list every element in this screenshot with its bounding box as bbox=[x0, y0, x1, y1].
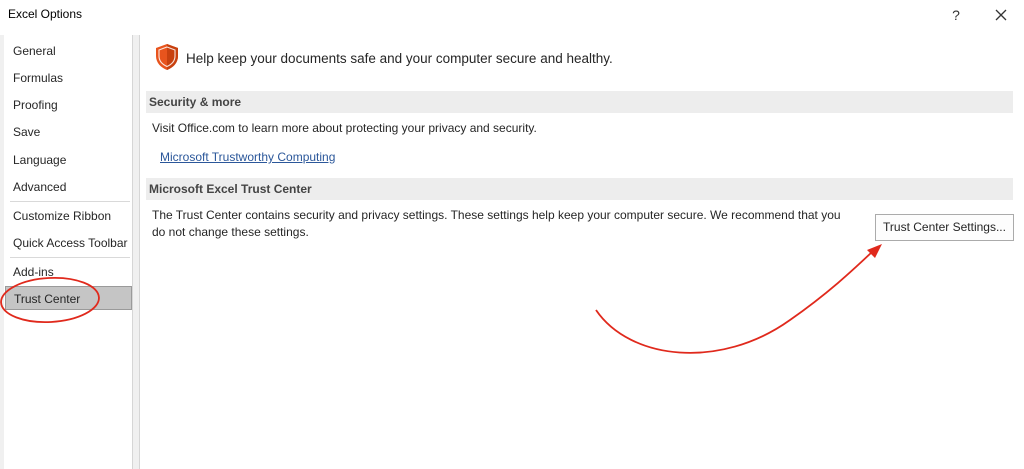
sidebar-item-formulas[interactable]: Formulas bbox=[5, 66, 132, 90]
trust-center-description-line1: The Trust Center contains security and p… bbox=[152, 208, 841, 222]
sidebar-item-customize-ribbon[interactable]: Customize Ribbon bbox=[5, 204, 132, 228]
security-description: Visit Office.com to learn more about pro… bbox=[152, 121, 537, 135]
page-headline: Help keep your documents safe and your c… bbox=[186, 51, 613, 66]
sidebar-item-advanced[interactable]: Advanced bbox=[5, 175, 132, 199]
trust-center-section-header: Microsoft Excel Trust Center bbox=[146, 178, 1013, 200]
sidebar-item-save[interactable]: Save bbox=[5, 120, 132, 144]
close-button[interactable] bbox=[988, 3, 1014, 27]
close-icon bbox=[995, 9, 1007, 21]
sidebar-item-language[interactable]: Language bbox=[5, 148, 132, 172]
options-sidebar: General Formulas Proofing Save Language … bbox=[4, 35, 133, 469]
sidebar-separator bbox=[10, 257, 130, 258]
trust-center-settings-button[interactable]: Trust Center Settings... bbox=[875, 214, 1014, 241]
sidebar-item-quick-access-toolbar[interactable]: Quick Access Toolbar bbox=[5, 231, 132, 255]
help-button[interactable]: ? bbox=[944, 3, 968, 27]
trust-center-pane: Help keep your documents safe and your c… bbox=[139, 35, 1024, 469]
sidebar-item-general[interactable]: General bbox=[5, 39, 132, 63]
trust-center-description-line2: do not change these settings. bbox=[152, 225, 309, 239]
title-bar: Excel Options ? bbox=[0, 0, 1024, 30]
sidebar-item-add-ins[interactable]: Add-ins bbox=[5, 260, 132, 284]
window-title: Excel Options bbox=[8, 7, 83, 21]
shield-icon bbox=[156, 44, 178, 70]
sidebar-separator bbox=[10, 201, 130, 202]
security-section-header: Security & more bbox=[146, 91, 1013, 113]
sidebar-item-trust-center[interactable]: Trust Center bbox=[5, 286, 132, 310]
sidebar-item-proofing[interactable]: Proofing bbox=[5, 93, 132, 117]
trustworthy-computing-link[interactable]: Microsoft Trustworthy Computing bbox=[160, 150, 335, 164]
